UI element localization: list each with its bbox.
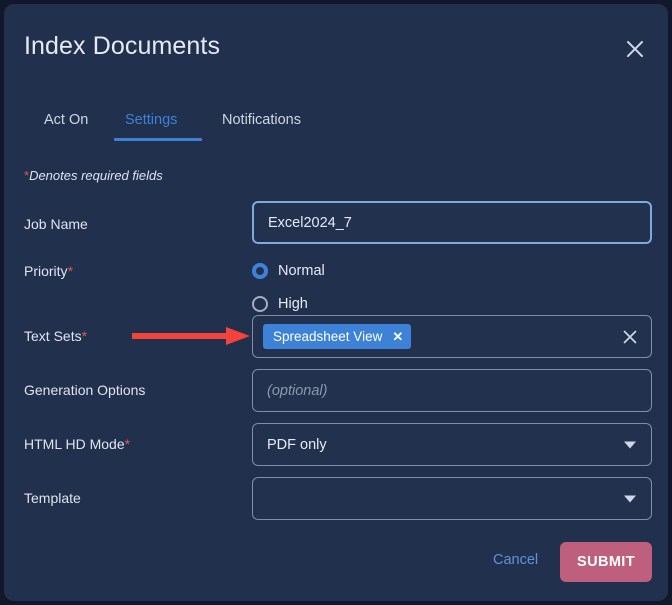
cancel-button[interactable]: Cancel (493, 552, 538, 568)
label-html-hd-mode-text: HTML HD Mode (24, 436, 125, 452)
required-fields-note: *Denotes required fields (24, 168, 163, 183)
template-field-wrap (252, 477, 652, 520)
text-sets-field-wrap: Spreadsheet View ✕ (252, 315, 652, 358)
chevron-down-icon (624, 495, 636, 502)
close-icon[interactable] (622, 36, 648, 62)
tab-act-on[interactable]: Act On (44, 112, 88, 128)
chip-label: Spreadsheet View (273, 329, 383, 344)
clear-icon[interactable] (621, 328, 639, 346)
index-documents-dialog: Index Documents Act On Settings Notifica… (4, 4, 668, 601)
radio-label-normal: Normal (278, 263, 325, 279)
radio-unselected-icon (252, 296, 268, 312)
required-asterisk: * (67, 263, 74, 279)
template-select[interactable] (252, 477, 652, 520)
label-priority-text: Priority (24, 263, 68, 279)
html-hd-mode-field-wrap: PDF only (252, 423, 652, 466)
label-text-sets-text: Text Sets (24, 328, 82, 344)
label-html-hd-mode: HTML HD Mode* (24, 436, 130, 452)
radio-priority-normal[interactable]: Normal (252, 259, 652, 283)
radio-priority-high[interactable]: High (252, 292, 652, 316)
priority-radio-group: Normal High (252, 259, 652, 316)
required-note-text: Denotes required fields (29, 168, 163, 183)
radio-selected-icon (252, 263, 268, 279)
page-title: Index Documents (24, 32, 221, 60)
tab-bar: Act On Settings Notifications (4, 112, 668, 144)
label-template: Template (24, 490, 81, 506)
label-text-sets: Text Sets* (24, 328, 87, 344)
required-asterisk: * (81, 328, 88, 344)
text-sets-input[interactable]: Spreadsheet View ✕ (252, 315, 652, 358)
chip-close-icon[interactable]: ✕ (392, 330, 403, 343)
generation-options-field-wrap (252, 369, 652, 412)
job-name-input[interactable] (252, 201, 652, 244)
required-asterisk: * (124, 436, 131, 452)
chip-spreadsheet-view[interactable]: Spreadsheet View ✕ (263, 324, 412, 349)
chevron-down-icon (624, 441, 636, 448)
dialog-header: Index Documents (4, 4, 668, 96)
red-arrow-annotation (130, 324, 252, 348)
generation-options-input[interactable] (252, 369, 652, 412)
label-generation-options: Generation Options (24, 382, 146, 398)
label-job-name: Job Name (24, 216, 88, 232)
tab-settings[interactable]: Settings (125, 112, 177, 128)
html-hd-mode-value: PDF only (267, 436, 327, 453)
tab-active-underline (114, 138, 202, 141)
tab-notifications[interactable]: Notifications (222, 112, 301, 128)
radio-label-high: High (278, 296, 308, 312)
submit-button[interactable]: SUBMIT (560, 542, 652, 582)
label-priority: Priority* (24, 263, 73, 279)
job-name-field-wrap (252, 201, 652, 244)
html-hd-mode-select[interactable]: PDF only (252, 423, 652, 466)
